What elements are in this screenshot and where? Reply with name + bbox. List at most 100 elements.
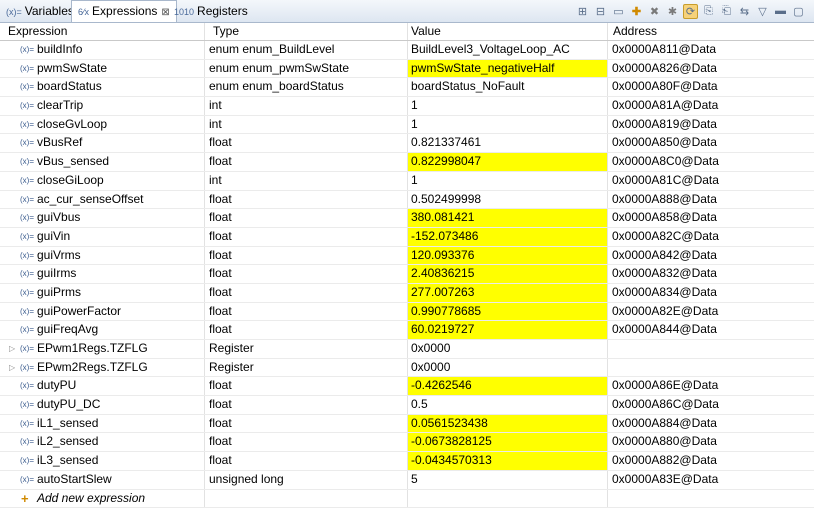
value-cell[interactable]: 0.0561523438 [408,415,608,433]
value-text[interactable]: 120.093376 [408,247,607,265]
value-text[interactable]: 0.5 [408,396,607,414]
table-row[interactable]: ▷(x)=EPwm1Regs.TZFLGRegister0x0000 [0,340,814,359]
value-cell[interactable]: 0.5 [408,396,608,414]
value-cell[interactable]: 60.0219727 [408,321,608,339]
expression-cell[interactable]: ▷(x)=EPwm2Regs.TZFLG [0,359,205,377]
table-row[interactable]: (x)=iL1_sensedfloat0.05615234380x0000A88… [0,415,814,434]
value-cell[interactable]: 0x0000 [408,340,608,358]
value-cell[interactable]: boardStatus_NoFault [408,78,608,96]
value-cell[interactable]: -0.0673828125 [408,433,608,451]
expression-cell[interactable]: (x)=clearTrip [0,97,205,115]
value-cell[interactable]: 1 [408,116,608,134]
table-row[interactable]: (x)=guiVbusfloat380.0814210x0000A858@Dat… [0,209,814,228]
expression-cell[interactable]: (x)=autoStartSlew [0,471,205,489]
import-icon[interactable]: ⎗ [719,4,734,19]
remove-all-icon[interactable]: ▭ [611,4,626,19]
value-text[interactable]: pwmSwState_negativeHalf [408,60,607,78]
value-cell[interactable]: 0.502499998 [408,191,608,209]
table-row[interactable]: (x)=guiVrmsfloat120.0933760x0000A842@Dat… [0,247,814,266]
value-text[interactable]: 2.40836215 [408,265,607,283]
column-header-expression[interactable]: Expression [0,23,205,40]
value-cell[interactable]: 0x0000 [408,359,608,377]
expression-cell[interactable]: (x)=guiVin [0,228,205,246]
remove-expression-icon[interactable]: ✖ [647,4,662,19]
value-text[interactable]: BuildLevel3_VoltageLoop_AC [408,41,607,59]
expression-cell[interactable]: (x)=dutyPU_DC [0,396,205,414]
expression-cell[interactable]: (x)=iL3_sensed [0,452,205,470]
value-text[interactable]: 0.0561523438 [408,415,607,433]
table-row[interactable]: (x)=dutyPUfloat-0.42625460x0000A86E@Data [0,377,814,396]
table-row[interactable]: (x)=closeGiLoopint10x0000A81C@Data [0,172,814,191]
value-text[interactable]: 0.822998047 [408,153,607,171]
expression-cell[interactable]: (x)=guiVrms [0,247,205,265]
expression-cell[interactable]: (x)=closeGvLoop [0,116,205,134]
value-text[interactable]: -152.073486 [408,228,607,246]
expression-cell[interactable]: (x)=guiPrms [0,284,205,302]
table-row[interactable]: (x)=pwmSwStateenum enum_pwmSwStatepwmSwS… [0,60,814,79]
column-header-value[interactable]: Value [408,23,608,40]
add-new-expression-row[interactable]: + Add new expression [0,490,814,508]
expression-cell[interactable]: (x)=vBus_sensed [0,153,205,171]
table-row[interactable]: (x)=vBus_sensedfloat0.8229980470x0000A8C… [0,153,814,172]
expression-cell[interactable]: (x)=boardStatus [0,78,205,96]
value-cell[interactable]: BuildLevel3_VoltageLoop_AC [408,41,608,59]
collapse-all-icon[interactable]: ⊟ [593,4,608,19]
table-row[interactable]: (x)=boardStatusenum enum_boardStatusboar… [0,78,814,97]
tab-registers[interactable]: 1010Registers [168,1,254,21]
add-expression-icon[interactable]: ✚ [629,4,644,19]
expression-cell[interactable]: (x)=guiVbus [0,209,205,227]
value-text[interactable]: 0.821337461 [408,134,607,152]
value-text[interactable]: 5 [408,471,607,489]
value-text[interactable]: 1 [408,172,607,190]
expression-cell[interactable]: ▷(x)=EPwm1Regs.TZFLG [0,340,205,358]
column-header-address[interactable]: Address [608,23,814,40]
value-cell[interactable]: 120.093376 [408,247,608,265]
value-text[interactable]: 277.007263 [408,284,607,302]
expression-cell[interactable]: (x)=closeGiLoop [0,172,205,190]
tab-variables[interactable]: (x)=Variables [0,1,80,21]
value-text[interactable]: 380.081421 [408,209,607,227]
table-row[interactable]: (x)=clearTripint10x0000A81A@Data [0,97,814,116]
expression-cell[interactable]: (x)=buildInfo [0,41,205,59]
remove-all-expressions-icon[interactable]: ✱ [665,4,680,19]
value-cell[interactable]: 5 [408,471,608,489]
value-cell[interactable]: pwmSwState_negativeHalf [408,60,608,78]
value-cell[interactable]: -0.0434570313 [408,452,608,470]
value-cell[interactable]: 0.822998047 [408,153,608,171]
value-cell[interactable]: 1 [408,97,608,115]
continuous-refresh-icon[interactable]: ⟳ [683,4,698,19]
table-row[interactable]: (x)=closeGvLoopint10x0000A819@Data [0,116,814,135]
value-cell[interactable]: 0.821337461 [408,134,608,152]
value-cell[interactable]: 1 [408,172,608,190]
table-row[interactable]: (x)=iL2_sensedfloat-0.06738281250x0000A8… [0,433,814,452]
table-row[interactable]: ▷(x)=EPwm2Regs.TZFLGRegister0x0000 [0,359,814,378]
column-header-type[interactable]: Type [205,23,408,40]
add-new-expression-label[interactable]: Add new expression [37,490,145,507]
value-text[interactable]: 1 [408,97,607,115]
view-menu-icon[interactable]: ▽ [755,4,770,19]
table-row[interactable]: (x)=buildInfoenum enum_BuildLevelBuildLe… [0,41,814,60]
value-text[interactable]: boardStatus_NoFault [408,78,607,96]
show-type-names-icon[interactable]: ⊞ [575,4,590,19]
tab-expressions[interactable]: 6⁄xExpressions⊠ [71,0,177,22]
value-text[interactable]: -0.4262546 [408,377,607,395]
export-icon[interactable]: ⎘ [701,4,716,19]
expression-cell[interactable]: (x)=guiPowerFactor [0,303,205,321]
table-row[interactable]: (x)=ac_cur_senseOffsetfloat0.5024999980x… [0,191,814,210]
table-row[interactable]: (x)=iL3_sensedfloat-0.04345703130x0000A8… [0,452,814,471]
value-cell[interactable]: 0.990778685 [408,303,608,321]
table-row[interactable]: (x)=vBusReffloat0.8213374610x0000A850@Da… [0,134,814,153]
expand-arrow-icon[interactable]: ▷ [9,359,15,376]
value-text[interactable]: 0.502499998 [408,191,607,209]
link-icon[interactable]: ⇆ [737,4,752,19]
expression-cell[interactable]: (x)=iL1_sensed [0,415,205,433]
expression-cell[interactable]: (x)=ac_cur_senseOffset [0,191,205,209]
expression-cell[interactable]: (x)=iL2_sensed [0,433,205,451]
table-row[interactable]: (x)=guiFreqAvgfloat60.02197270x0000A844@… [0,321,814,340]
minimize-icon[interactable]: ▬ [773,4,788,19]
value-cell[interactable]: -152.073486 [408,228,608,246]
value-text[interactable]: -0.0673828125 [408,433,607,451]
value-cell[interactable]: -0.4262546 [408,377,608,395]
expand-arrow-icon[interactable]: ▷ [9,340,15,357]
table-row[interactable]: (x)=autoStartSlewunsigned long50x0000A83… [0,471,814,490]
